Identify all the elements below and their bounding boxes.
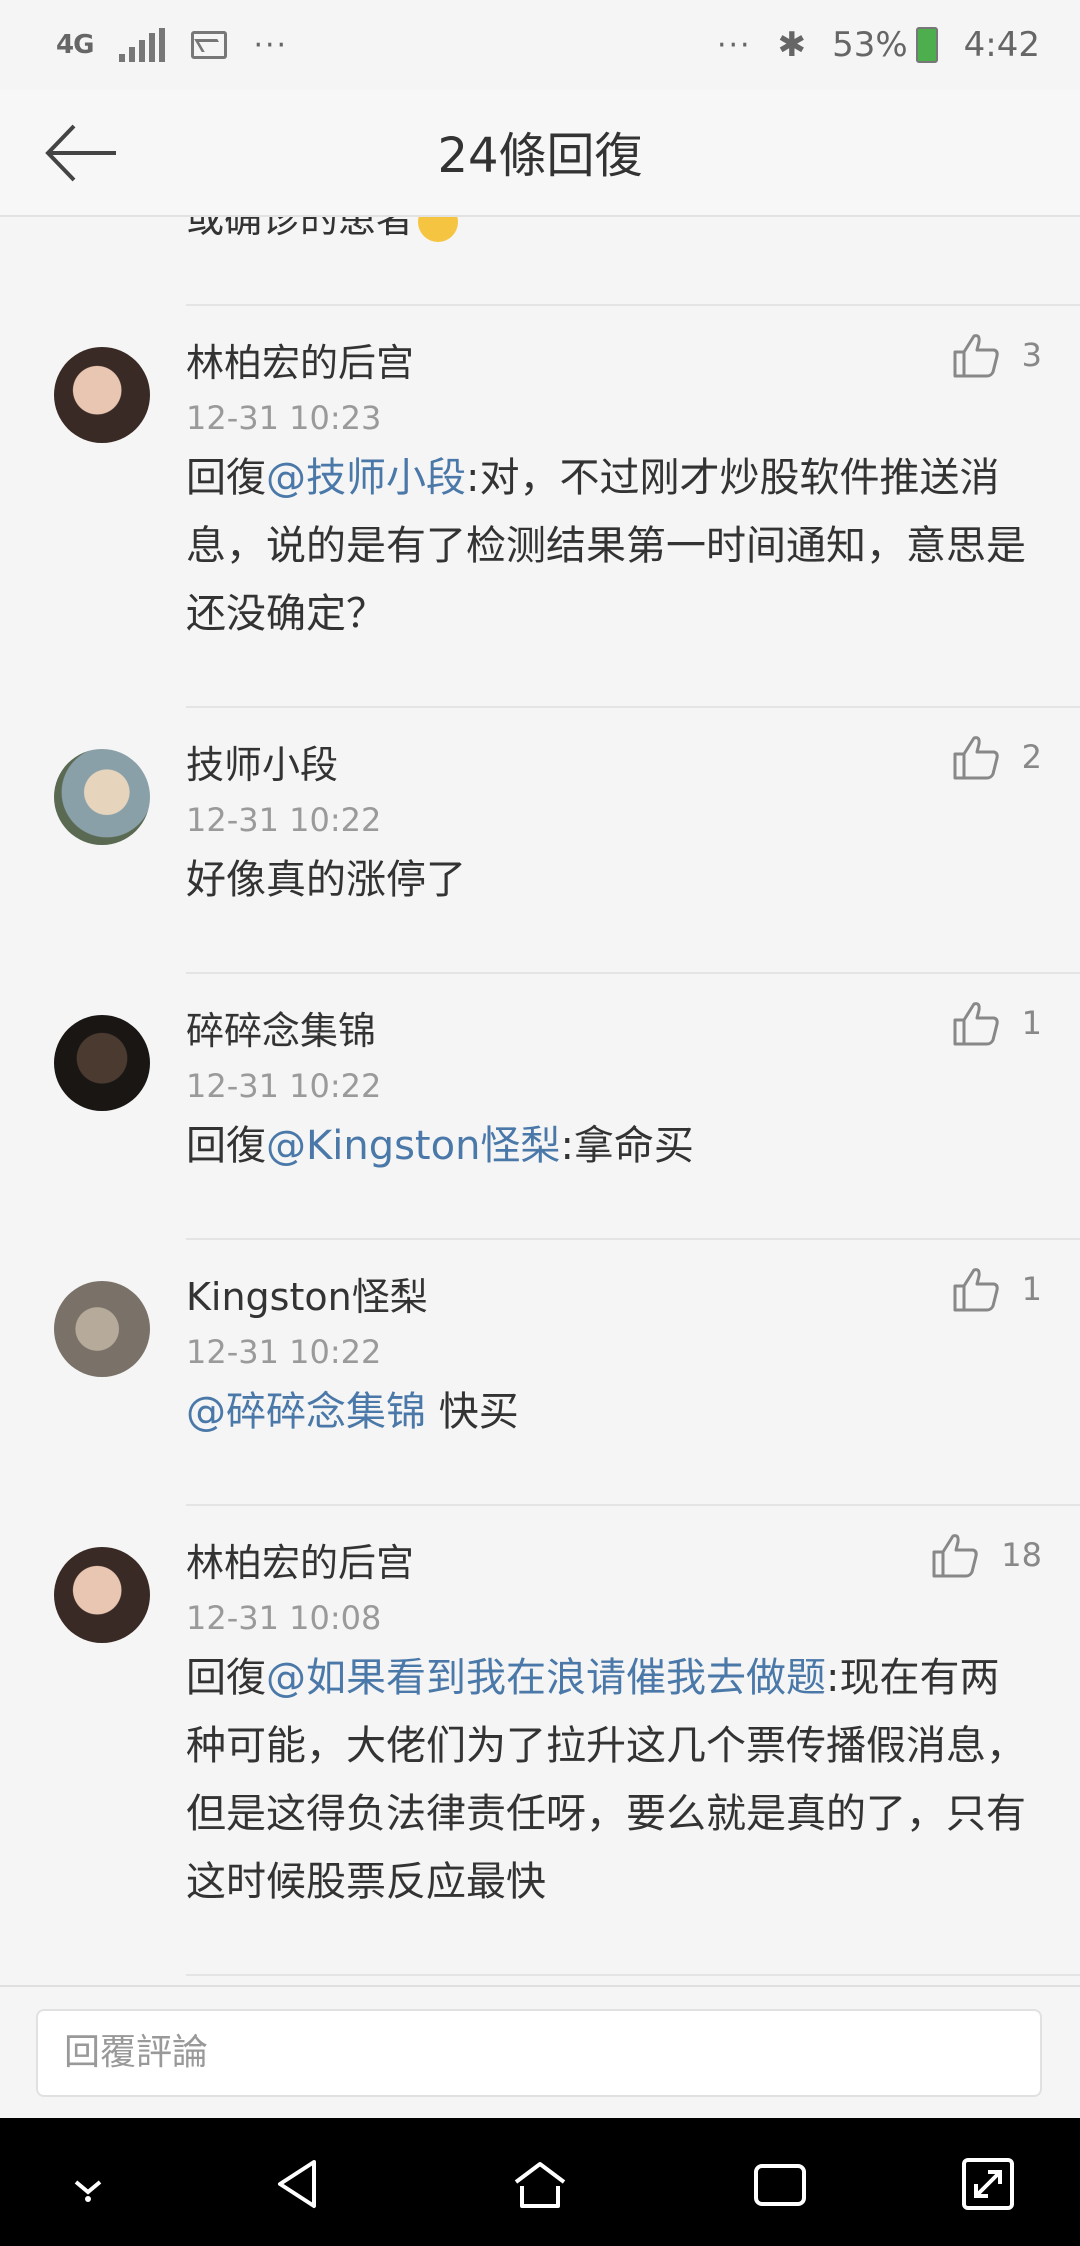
like-button[interactable]: 1 <box>952 1266 1042 1312</box>
avatar[interactable] <box>54 1547 150 1643</box>
thumbs-up-icon <box>953 1002 999 1046</box>
like-count: 3 <box>1021 336 1042 374</box>
status-bar: 4G ··· ··· ✱ 53% 4:42 <box>0 0 1080 90</box>
thumbs-up-icon <box>932 1534 978 1578</box>
comment-item: 技师小段 12-31 10:22 2 好像真的涨停了 <box>0 706 1080 972</box>
comment-list[interactable]: 或确诊的患者 林柏宏的后宫 12-31 10:23 3 回復@技师小段:对，不过… <box>0 217 1080 1985</box>
mention-link[interactable]: @Kingston怪梨 <box>266 1123 560 1169</box>
clock: 4:42 <box>963 25 1040 65</box>
reply-input[interactable]: 回覆評論 <box>36 2009 1042 2097</box>
mention-link[interactable]: @如果看到我在浪请催我去做题 <box>266 1655 826 1701</box>
comment-time: 12-31 10:22 <box>186 1333 382 1371</box>
reply-bar: 回覆評論 <box>0 1985 1080 2118</box>
comment-item: 林柏宏的后宫 12-31 10:23 3 回復@技师小段:对，不过刚才炒股软件推… <box>0 304 1080 706</box>
nav-expand-icon[interactable] <box>956 2152 1020 2216</box>
comment-item: 碎碎念集锦 12-31 10:22 1 回復@Kingston怪梨:拿命买 <box>0 972 1080 1238</box>
comment-time: 12-31 10:23 <box>186 399 382 437</box>
mention-link[interactable]: @碎碎念集锦 <box>186 1389 426 1435</box>
top-app-bar: 24條回復 <box>0 90 1080 217</box>
avatar[interactable] <box>54 1015 150 1111</box>
signal-icon <box>119 28 166 62</box>
like-count: 1 <box>1021 1004 1042 1042</box>
like-button[interactable]: 2 <box>952 734 1042 780</box>
like-count: 18 <box>1001 1536 1042 1574</box>
nav-back-icon[interactable] <box>268 2152 332 2216</box>
comment-text: 回復@如果看到我在浪请催我去做题:现在有两种可能，大佬们为了拉升这几个票传播假消… <box>186 1655 1026 1905</box>
more-status-icon: ··· <box>716 27 752 63</box>
comment-username[interactable]: 林柏宏的后宫 <box>186 1532 414 1587</box>
comment-username[interactable]: 林柏宏的后宫 <box>186 332 414 387</box>
avatar[interactable] <box>54 347 150 443</box>
thumbs-up-icon <box>953 736 999 780</box>
comment-text: 回復@技师小段:对，不过刚才炒股软件推送消息，说的是有了检测结果第一时间通知，意… <box>186 455 1026 637</box>
comment-username[interactable]: 碎碎念集锦 <box>186 1000 376 1055</box>
nav-home-icon[interactable] <box>508 2152 572 2216</box>
avatar[interactable] <box>54 749 150 845</box>
nav-recents-icon[interactable] <box>748 2152 812 2216</box>
like-button[interactable]: 1 <box>952 1000 1042 1046</box>
comment-username[interactable]: 技师小段 <box>186 734 338 789</box>
nav-down-icon[interactable] <box>56 2152 120 2216</box>
mention-link[interactable]: @技师小段 <box>266 455 466 501</box>
comment-item: Kingston怪梨 12-31 10:22 1 @碎碎念集锦 快买 <box>0 1238 1080 1504</box>
partial-comment-text: 或确诊的患者 <box>186 217 459 251</box>
battery-percent: 53% <box>832 25 908 65</box>
comment-item: 林柏宏的后宫 12-31 10:08 18 回復@如果看到我在浪请催我去做题:现… <box>0 1504 1080 1974</box>
comment-text: 回復@Kingston怪梨:拿命买 <box>186 1123 694 1169</box>
battery-icon <box>915 27 938 63</box>
like-button[interactable]: 3 <box>952 332 1042 378</box>
comment-username[interactable]: Kingston怪梨 <box>186 1266 428 1321</box>
comment-time: 12-31 10:08 <box>186 1599 382 1637</box>
comment-time: 12-31 10:22 <box>186 801 382 839</box>
comment-time: 12-31 10:22 <box>186 1067 382 1105</box>
bluetooth-icon: ✱ <box>777 25 807 65</box>
like-count: 2 <box>1021 738 1042 776</box>
image-icon <box>191 31 228 59</box>
like-count: 1 <box>1021 1270 1042 1308</box>
navigation-bar <box>0 2118 1080 2246</box>
network-type: 4G <box>56 30 94 60</box>
page-title: 24條回復 <box>437 128 643 184</box>
comment-text: 好像真的涨停了 <box>186 857 466 903</box>
smile-emoji-icon <box>418 217 459 242</box>
like-button[interactable]: 18 <box>931 1532 1042 1578</box>
thumbs-up-icon <box>953 334 999 378</box>
thumbs-up-icon <box>953 1268 999 1312</box>
more-notifications-icon: ··· <box>253 27 289 63</box>
avatar[interactable] <box>54 1281 150 1377</box>
divider <box>186 1974 1080 1976</box>
comment-text: @碎碎念集锦 快买 <box>186 1389 519 1435</box>
